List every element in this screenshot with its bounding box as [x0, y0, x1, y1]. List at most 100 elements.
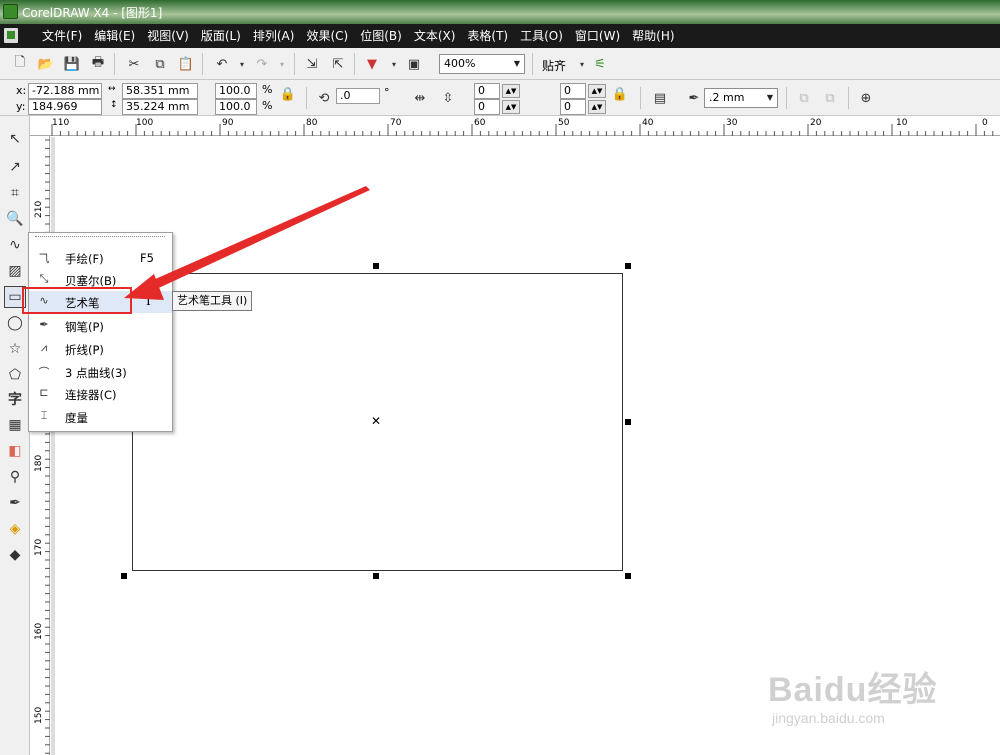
flyout-item-connector[interactable]: ⊏ 连接器(C) [29, 383, 172, 405]
spinner-arrows-icon[interactable]: ▲▼ [502, 84, 520, 98]
bezier-icon: ⤡ [39, 272, 49, 285]
menu-layout[interactable]: 版面(L) [195, 24, 247, 48]
menu-tools[interactable]: 工具(O) [514, 24, 569, 48]
print-icon[interactable]: 🖶 [88, 54, 108, 74]
import-icon[interactable]: ⇲ [302, 54, 322, 74]
flyout-item-label: 钢笔(P) [65, 320, 104, 334]
selection-handle[interactable] [121, 573, 127, 579]
export-icon[interactable]: ⇱ [328, 54, 348, 74]
smart-fill-icon[interactable]: ▨ [4, 260, 26, 282]
spinner-arrows-icon[interactable]: ▲▼ [502, 100, 520, 114]
ellipse-tool-icon[interactable]: ◯ [4, 312, 26, 334]
table-tool-icon[interactable]: ▦ [4, 414, 26, 436]
flyout-item-polyline[interactable]: ⩘ 折线(P) [29, 338, 172, 360]
rotation-angle-field[interactable]: .0 [336, 88, 380, 104]
redo-icon[interactable]: ↷ [252, 54, 272, 74]
basic-shapes-icon[interactable]: ⬠ [4, 364, 26, 386]
menu-edit[interactable]: 编辑(E) [88, 24, 141, 48]
menu-table[interactable]: 表格(T) [461, 24, 514, 48]
scale-y-field[interactable]: 100.0 [215, 99, 257, 115]
width-field[interactable]: 58.351 mm [122, 83, 198, 99]
freehand-icon: ⺄ [38, 252, 50, 265]
ruler-label: 180 [34, 454, 44, 472]
chevron-down-icon: ▼ [513, 59, 521, 68]
interactive-fill-icon[interactable]: ◆ [4, 544, 26, 566]
eyedropper-icon[interactable]: ⚲ [4, 466, 26, 488]
y-position-field[interactable]: 184.969 mm [28, 99, 102, 127]
menu-file[interactable]: 文件(F) [36, 24, 88, 48]
corner-radius-bottom-right[interactable]: 0 [560, 99, 586, 115]
selection-handle[interactable] [373, 573, 379, 579]
interactive-blend-icon[interactable]: ◧ [4, 440, 26, 462]
corner-radius-bottom-left[interactable]: 0 [474, 99, 500, 115]
zoom-level-select[interactable]: 400% ▼ [439, 54, 525, 74]
rotation-center-icon[interactable]: ✕ [371, 414, 381, 428]
undo-dropdown-icon[interactable]: ▾ [232, 54, 252, 74]
redo-dropdown-icon[interactable]: ▾ [272, 54, 292, 74]
scale-x-field[interactable]: 100.0 [215, 83, 257, 99]
ruler-label: 100 [136, 118, 154, 128]
copy-icon[interactable]: ⧉ [150, 54, 170, 74]
horizontal-ruler[interactable]: 110 100 90 80 70 60 50 40 30 20 10 0 [30, 116, 1000, 136]
height-field[interactable]: 35.224 mm [122, 99, 198, 115]
snap-dropdown-icon[interactable]: ▾ [572, 54, 592, 74]
menu-help[interactable]: 帮助(H) [626, 24, 680, 48]
curve-tool-icon[interactable]: ∿ [4, 234, 26, 256]
document-icon[interactable] [4, 28, 18, 43]
selection-handle[interactable] [625, 573, 631, 579]
text-tool-icon[interactable]: 字 [4, 388, 26, 410]
percent-label: % [262, 83, 273, 96]
lock-ratio-icon[interactable]: 🔒 [278, 84, 298, 104]
ruler-label: 80 [306, 118, 318, 128]
application-launcher-icon[interactable]: ▼ [362, 54, 382, 74]
to-back-icon[interactable]: ⧉ [820, 88, 840, 108]
selection-handle[interactable] [625, 263, 631, 269]
spinner-arrows-icon[interactable]: ▲▼ [588, 84, 606, 98]
convert-to-curves-icon[interactable]: ⊕ [856, 88, 876, 108]
mirror-vertical-icon[interactable]: ⇳ [438, 88, 458, 108]
corner-radius-top-left[interactable]: 0 [474, 83, 500, 99]
menu-view[interactable]: 视图(V) [141, 24, 195, 48]
selection-handle[interactable] [625, 419, 631, 425]
paste-icon[interactable]: 📋 [176, 54, 196, 74]
open-folder-icon[interactable]: 📂 [36, 54, 56, 74]
wrap-text-icon[interactable]: ▤ [650, 88, 670, 108]
zoom-level-value: 400% [444, 57, 476, 70]
menu-text[interactable]: 文本(X) [408, 24, 462, 48]
corner-lock-icon[interactable]: 🔒 [610, 84, 630, 104]
menu-effects[interactable]: 效果(C) [300, 24, 354, 48]
ruler-label: 0 [982, 118, 988, 128]
to-front-icon[interactable]: ⧉ [794, 88, 814, 108]
flyout-item-3-point-curve[interactable]: ⌒ 3 点曲线(3) [29, 361, 172, 383]
pick-tool-icon[interactable]: ↖ [4, 128, 26, 150]
new-document-icon[interactable]: 🗋 [10, 54, 30, 74]
launcher-dropdown-icon[interactable]: ▾ [384, 54, 404, 74]
spinner-arrows-icon[interactable]: ▲▼ [588, 100, 606, 114]
flyout-item-pen[interactable]: ✒ 钢笔(P) [29, 315, 172, 337]
fill-tool-icon[interactable]: ◈ [4, 518, 26, 540]
flyout-item-label: 连接器(C) [65, 388, 117, 402]
shape-tool-icon[interactable]: ↗ [4, 156, 26, 178]
menu-arrange[interactable]: 排列(A) [247, 24, 301, 48]
menu-bitmaps[interactable]: 位图(B) [354, 24, 408, 48]
snap-to-button[interactable]: 贴齐 [542, 57, 566, 74]
mirror-horizontal-icon[interactable]: ⇹ [410, 88, 430, 108]
ruler-label: 210 [34, 200, 44, 218]
outline-tool-icon[interactable]: ✒ [4, 492, 26, 514]
welcome-screen-icon[interactable]: ▣ [404, 54, 424, 74]
options-icon[interactable]: ⚟ [590, 54, 610, 74]
polygon-tool-icon[interactable]: ☆ [4, 338, 26, 360]
vertical-ruler[interactable]: 210 180 170 160 150 [30, 136, 50, 755]
ruler-label: 110 [52, 118, 70, 128]
x-position-field[interactable]: -72.188 mm [28, 83, 102, 99]
undo-icon[interactable]: ↶ [212, 54, 232, 74]
ruler-label: 90 [222, 118, 234, 128]
zoom-tool-icon[interactable]: 🔍 [4, 208, 26, 230]
save-icon[interactable]: 💾 [62, 54, 82, 74]
flyout-item-dimension[interactable]: ⌶ 度量 [29, 406, 172, 428]
crop-tool-icon[interactable]: ⌗ [4, 182, 26, 204]
outline-width-select[interactable]: .2 mm ▼ [704, 88, 778, 108]
corner-radius-top-right[interactable]: 0 [560, 83, 586, 99]
menu-window[interactable]: 窗口(W) [569, 24, 626, 48]
cut-icon[interactable]: ✂ [124, 54, 144, 74]
